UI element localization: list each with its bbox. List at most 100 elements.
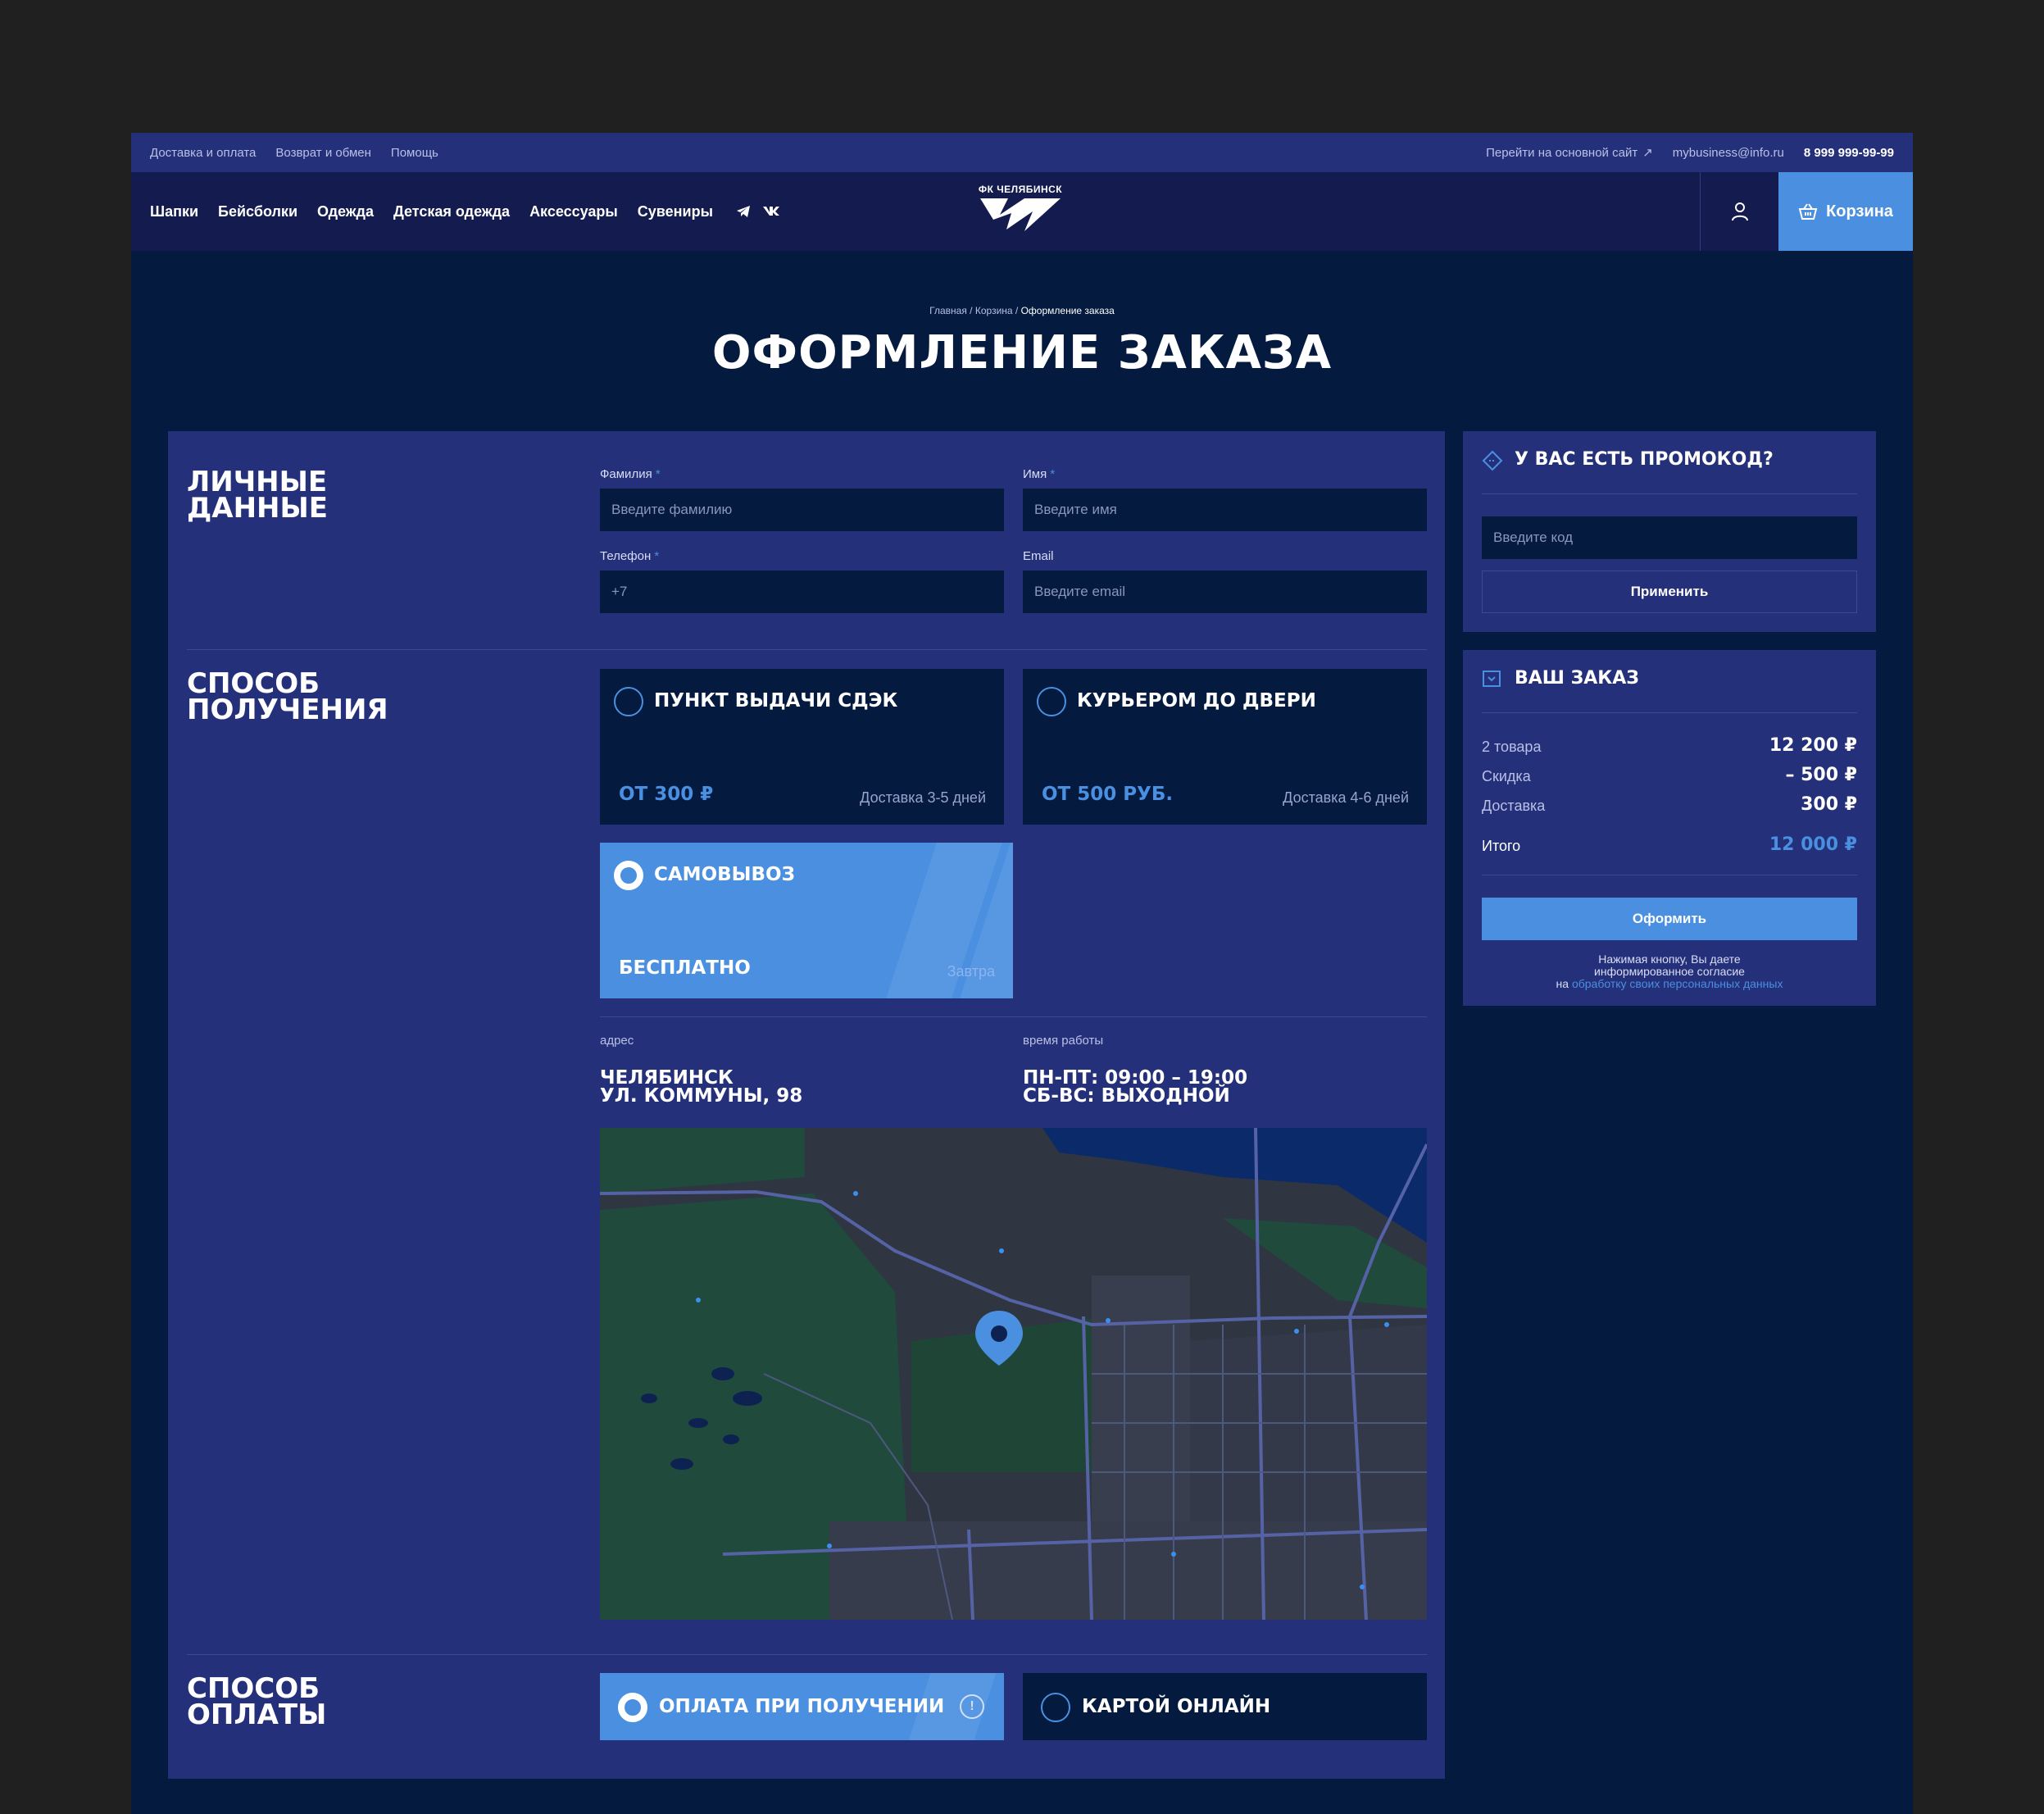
consent-text: Нажимая кнопку, Вы даете информированное… [1463, 953, 1876, 990]
hours-label: время работы [1023, 1034, 1104, 1048]
payment-option-on-delivery[interactable]: ОПЛАТА ПРИ ПОЛУЧЕНИИ ! [600, 1673, 1004, 1740]
option-term: Доставка 4-6 дней [1283, 789, 1409, 806]
basket-icon [1798, 203, 1818, 220]
discount-value: – 500 ₽ [1785, 765, 1857, 785]
payment-option-name: КАРТОЙ ОНЛАЙН [1082, 1696, 1271, 1717]
phone-link[interactable]: 8 999 999-99-99 [1804, 146, 1894, 160]
nav-item-hats[interactable]: Шапки [150, 203, 198, 220]
apply-promo-button[interactable]: Применить [1482, 571, 1857, 613]
personal-data-link[interactable]: обработку своих персональных данных [1572, 977, 1783, 990]
map-canvas [600, 1128, 1427, 1620]
consent-line-3: на обработку своих персональных данных [1463, 978, 1876, 990]
order-box-icon [1483, 671, 1501, 687]
radio-button[interactable] [614, 687, 643, 716]
page-frame: Доставка и оплата Возврат и обмен Помощь… [131, 133, 1913, 1814]
radio-button[interactable] [1041, 1693, 1070, 1722]
phone-input[interactable]: +7 [600, 571, 1004, 613]
total-value: 12 000 ₽ [1769, 834, 1857, 855]
items-count-label: 2 товара [1482, 739, 1542, 755]
nav-item-accessories[interactable]: Аксессуары [529, 203, 618, 220]
breadcrumb-cart[interactable]: Корзина [975, 305, 1013, 316]
divider [1482, 493, 1857, 494]
personal-title-line-2: ДАННЫЕ [187, 492, 328, 525]
telegram-icon[interactable] [736, 205, 751, 218]
name-input[interactable]: Введите имя [1023, 489, 1427, 531]
social-links [736, 205, 780, 218]
user-icon [1731, 202, 1748, 221]
nav-item-kids[interactable]: Детская одежда [393, 203, 510, 220]
radio-button[interactable] [1037, 687, 1066, 716]
promo-title: У ВАС ЕСТЬ ПРОМОКОД? [1515, 449, 1774, 470]
delivery-cost-label: Доставка [1482, 798, 1546, 814]
checkout-form: ЛИЧНЫЕ ДАННЫЕ Фамилия * Введите фамилию … [168, 431, 1445, 1779]
option-price: ОТ 300 ₽ [619, 784, 714, 805]
main-site-label: Перейти на основной сайт [1486, 146, 1638, 160]
nav-item-caps[interactable]: Бейсболки [218, 203, 298, 220]
consent-prefix: на [1556, 977, 1569, 990]
account-button[interactable] [1700, 172, 1778, 251]
delivery-title-line-2: ПОЛУЧЕНИЯ [187, 693, 388, 726]
external-arrow-icon: ↗ [1642, 146, 1653, 160]
option-name: САМОВЫВОЗ [654, 864, 795, 885]
pickup-map[interactable] [600, 1128, 1427, 1620]
pickup-address: ЧЕЛЯБИНСК УЛ. КОММУНЫ, 98 [600, 1067, 803, 1107]
payment-option-card[interactable]: КАРТОЙ ОНЛАЙН [1023, 1673, 1427, 1740]
working-hours: ПН-ПТ: 09:00 – 19:00 СБ-ВС: ВЫХОДНОЙ [1023, 1067, 1248, 1107]
order-summary-card: ВАШ ЗАКАЗ 2 товара 12 200 ₽ Скидка – 500… [1463, 650, 1876, 1006]
header: Шапки Бейсболки Одежда Детская одежда Ак… [131, 172, 1913, 251]
surname-label-text: Фамилия [600, 467, 652, 481]
required-mark: * [1050, 467, 1056, 481]
required-mark: * [655, 467, 661, 481]
delivery-option-pickup[interactable]: САМОВЫВОЗ БЕСПЛАТНО Завтра [600, 843, 1013, 998]
delivery-cost-value: 300 ₽ [1801, 794, 1857, 815]
email-input[interactable]: Введите email [1023, 571, 1427, 613]
radio-button-selected[interactable] [618, 1693, 647, 1722]
breadcrumb-home[interactable]: Главная [929, 305, 967, 316]
topbar-link-delivery[interactable]: Доставка и оплата [150, 146, 256, 160]
nav-item-clothes[interactable]: Одежда [317, 203, 374, 220]
topbar-link-returns[interactable]: Возврат и обмен [275, 146, 371, 160]
ticket-icon [1482, 450, 1503, 471]
topbar-link-help[interactable]: Помощь [391, 146, 438, 160]
delivery-option-courier[interactable]: КУРЬЕРОМ ДО ДВЕРИ ОТ 500 РУБ. Доставка 4… [1023, 669, 1427, 825]
logo[interactable]: ФК ЧЕЛЯБИНСК [971, 184, 1070, 241]
divider [187, 1654, 1427, 1655]
option-price: БЕСПЛАТНО [619, 957, 751, 979]
option-term: Завтра [947, 963, 995, 980]
promo-code-input[interactable]: Введите код [1482, 516, 1857, 559]
option-term: Доставка 3-5 дней [860, 789, 986, 806]
consent-line-2: информированное согласие [1594, 965, 1745, 978]
hours-line-1: ПН-ПТ: 09:00 – 19:00 [1023, 1067, 1248, 1089]
hours-line-2: СБ-ВС: ВЫХОДНОЙ [1023, 1085, 1230, 1107]
phone-label: Телефон * [600, 549, 659, 563]
divider [1482, 712, 1857, 713]
logo-text: ФК ЧЕЛЯБИНСК [978, 184, 1063, 195]
delivery-section-title: СПОСОБ ПОЛУЧЕНИЯ [187, 670, 388, 726]
surname-input[interactable]: Введите фамилию [600, 489, 1004, 531]
payment-option-name: ОПЛАТА ПРИ ПОЛУЧЕНИИ [659, 1696, 945, 1717]
main-site-link[interactable]: Перейти на основной сайт ↗ [1486, 145, 1653, 160]
phone-label-text: Телефон [600, 549, 652, 563]
page-title: ОФОРМЛЕНИЕ ЗАКАЗА [711, 326, 1333, 380]
option-name: ПУНКТ ВЫДАЧИ СДЭК [654, 690, 898, 712]
items-total-value: 12 200 ₽ [1769, 735, 1857, 756]
info-icon[interactable]: ! [960, 1694, 984, 1719]
checkout-submit-button[interactable]: Оформить [1482, 898, 1857, 940]
required-mark: * [654, 549, 660, 563]
email-label: Email [1023, 549, 1054, 563]
vk-icon[interactable] [762, 205, 780, 216]
address-line-2: УЛ. КОММУНЫ, 98 [600, 1085, 803, 1107]
radio-button-selected[interactable] [614, 861, 643, 890]
breadcrumb-current: Оформление заказа [1020, 305, 1115, 316]
payment-title-line-2: ОПЛАТЫ [187, 1698, 327, 1731]
top-bar: Доставка и оплата Возврат и обмен Помощь… [131, 133, 1913, 172]
cart-button[interactable]: Корзина [1778, 172, 1913, 251]
nav-item-souvenirs[interactable]: Сувениры [638, 203, 713, 220]
address-line-1: ЧЕЛЯБИНСК [600, 1067, 734, 1089]
name-label: Имя * [1023, 467, 1055, 481]
discount-label: Скидка [1482, 768, 1531, 784]
delivery-option-cdek[interactable]: ПУНКТ ВЫДАЧИ СДЭК ОТ 300 ₽ Доставка 3-5 … [600, 669, 1004, 825]
email-link[interactable]: mybusiness@info.ru [1673, 146, 1784, 160]
cart-label: Корзина [1826, 202, 1893, 220]
consent-line-1: Нажимая кнопку, Вы даете [1598, 952, 1741, 966]
